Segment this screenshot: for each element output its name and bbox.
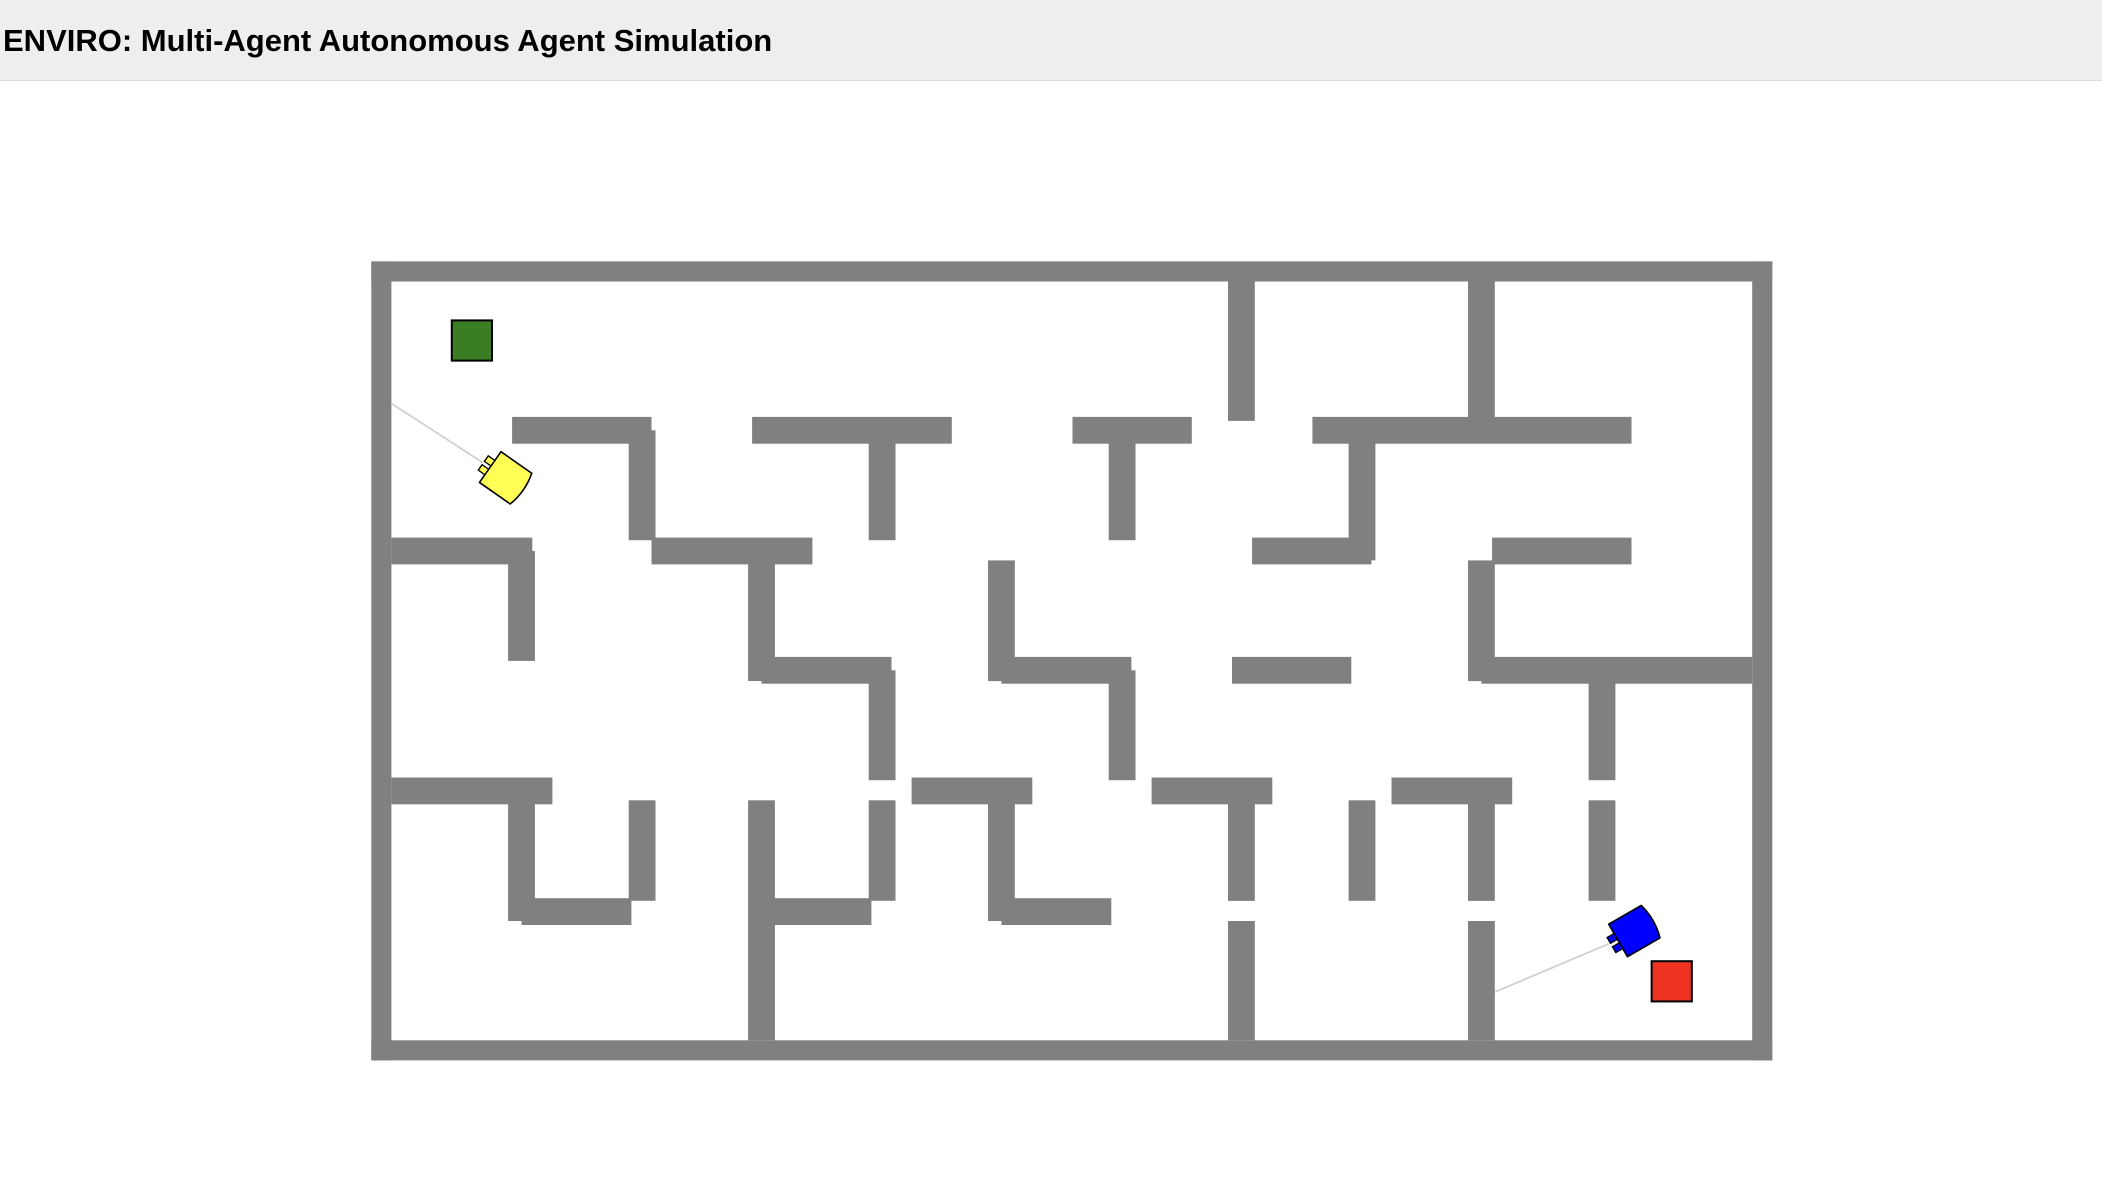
maze-wall xyxy=(651,537,813,565)
maze-wall xyxy=(1232,656,1352,684)
maze-wall xyxy=(508,551,535,661)
maze-wall xyxy=(1481,656,1753,684)
maze-wall xyxy=(1001,898,1112,925)
maze-wall xyxy=(1492,537,1632,565)
simulation-canvas xyxy=(371,261,1773,1061)
yellow-agent xyxy=(477,450,533,505)
yellow-agent-sensor-ray xyxy=(390,402,484,464)
maze-wall xyxy=(1348,800,1376,901)
maze-wall xyxy=(371,261,1773,282)
maze-wall xyxy=(371,261,392,1061)
maze-wall xyxy=(761,898,872,925)
maze-wall xyxy=(1752,261,1773,1061)
maze-wall xyxy=(868,430,896,541)
red-target xyxy=(1650,960,1693,1003)
blue-agent-sensor-ray xyxy=(1494,942,1610,993)
maze-wall xyxy=(868,800,896,901)
maze-walls xyxy=(371,261,1773,1061)
maze-wall xyxy=(1228,921,1255,1041)
green-target xyxy=(450,319,494,362)
maze-wall xyxy=(371,1040,1773,1061)
maze-wall xyxy=(1228,791,1255,901)
maze-wall xyxy=(868,670,896,781)
maze-wall xyxy=(628,800,656,901)
maze-wall xyxy=(1228,281,1255,421)
maze-wall xyxy=(1252,537,1372,565)
blue-agent xyxy=(1606,904,1661,958)
maze-wall xyxy=(628,430,656,541)
maze-wall xyxy=(752,416,952,444)
maze-wall xyxy=(1108,430,1136,541)
maze-wall xyxy=(1108,670,1136,781)
maze-wall xyxy=(1588,670,1616,781)
maze-wall xyxy=(1588,800,1616,901)
maze-wall xyxy=(1468,281,1495,421)
maze-wall xyxy=(521,898,632,925)
maze-wall xyxy=(1468,791,1495,901)
maze-wall xyxy=(1468,921,1495,1041)
